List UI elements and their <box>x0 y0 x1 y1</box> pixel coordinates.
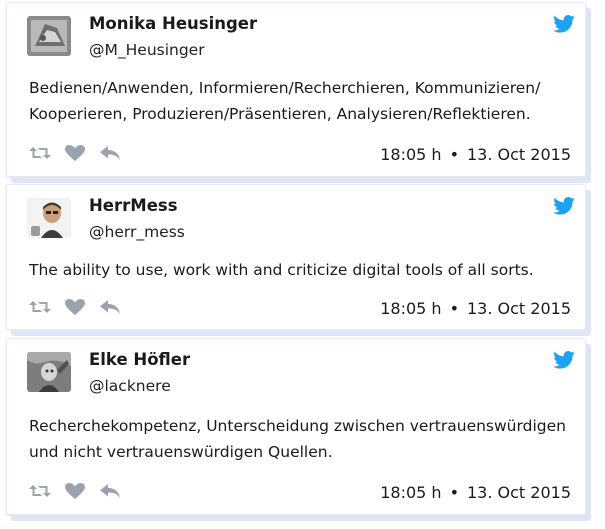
tweet-actions <box>29 482 134 500</box>
tweet-date: 13. Oct 2015 <box>467 483 571 502</box>
tweet-time: 18:05 h <box>380 483 442 502</box>
tweet-text: The ability to use, work with and critic… <box>29 261 534 279</box>
user-handle[interactable]: @lacknere <box>89 377 171 395</box>
tweet-date: 13. Oct 2015 <box>467 145 571 164</box>
retweet-icon[interactable] <box>29 298 51 316</box>
tweet-timestamp[interactable]: 18:05 h • 13. Oct 2015 <box>380 299 571 318</box>
tweet-time: 18:05 h <box>380 299 442 318</box>
separator-dot: • <box>449 299 459 318</box>
tweet-text: Bedienen/Anwenden, Informieren/Recherchi… <box>29 79 541 123</box>
user-name[interactable]: Elke Höfler <box>89 350 190 369</box>
reply-icon[interactable] <box>99 482 121 500</box>
tweet-actions <box>29 144 134 162</box>
retweet-icon[interactable] <box>29 144 51 162</box>
separator-dot: • <box>449 483 459 502</box>
heart-icon[interactable] <box>64 482 86 500</box>
twitter-bird-icon[interactable] <box>553 351 575 369</box>
separator-dot: • <box>449 145 459 164</box>
avatar[interactable] <box>27 352 71 392</box>
reply-icon[interactable] <box>99 144 121 162</box>
reply-icon[interactable] <box>99 298 121 316</box>
tweet-date: 13. Oct 2015 <box>467 299 571 318</box>
tweet-card: Monika Heusinger @M_Heusinger Bedienen/A… <box>6 2 586 177</box>
user-name[interactable]: HerrMess <box>89 196 178 215</box>
heart-icon[interactable] <box>64 298 86 316</box>
tweet-card: HerrMess @herr_mess The ability to use, … <box>6 184 586 330</box>
avatar[interactable] <box>27 198 71 238</box>
twitter-bird-icon[interactable] <box>553 197 575 215</box>
tweet-actions <box>29 298 134 316</box>
tweet-timestamp[interactable]: 18:05 h • 13. Oct 2015 <box>380 145 571 164</box>
retweet-icon[interactable] <box>29 482 51 500</box>
user-handle[interactable]: @herr_mess <box>89 223 185 241</box>
tweet-timestamp[interactable]: 18:05 h • 13. Oct 2015 <box>380 483 571 502</box>
tweet-text: Recherchekompetenz, Unterscheidung zwisc… <box>29 417 566 461</box>
user-handle[interactable]: @M_Heusinger <box>89 41 205 59</box>
user-name[interactable]: Monika Heusinger <box>89 14 257 33</box>
avatar[interactable] <box>27 16 71 56</box>
heart-icon[interactable] <box>64 144 86 162</box>
twitter-bird-icon[interactable] <box>553 15 575 33</box>
tweet-card: Elke Höfler @lacknere Recherchekompetenz… <box>6 338 586 515</box>
tweet-time: 18:05 h <box>380 145 442 164</box>
